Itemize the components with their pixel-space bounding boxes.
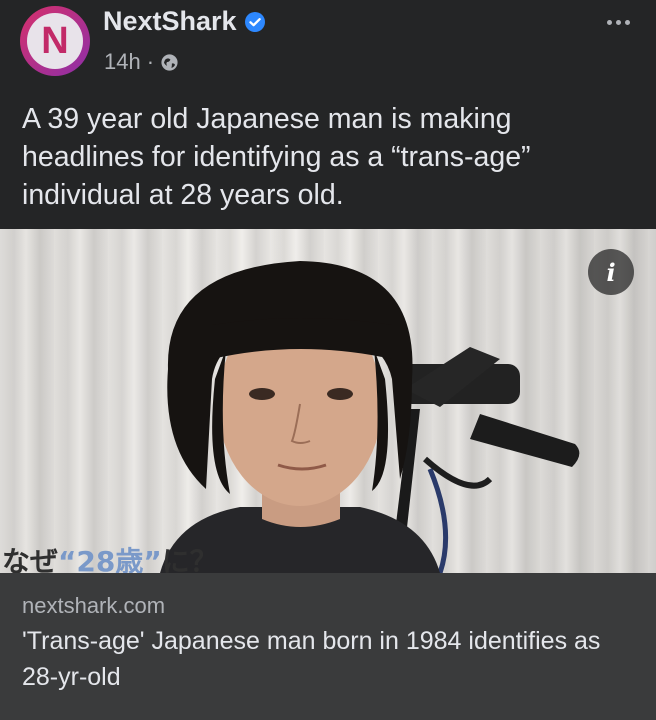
more-dot	[624, 19, 630, 25]
caption-prefix: なぜ	[2, 545, 59, 574]
more-dot	[606, 19, 612, 25]
info-icon[interactable]: i	[588, 249, 634, 295]
globe-icon[interactable]	[160, 53, 179, 72]
verified-badge-icon	[244, 11, 265, 32]
link-title[interactable]: 'Trans-age' Japanese man born in 1984 id…	[22, 623, 642, 695]
caption-highlight: “28歳”	[58, 545, 162, 574]
more-options-icon[interactable]	[598, 10, 638, 34]
post-timestamp[interactable]: 14h	[104, 49, 141, 75]
avatar-letter: N	[41, 20, 69, 62]
author-name[interactable]: NextShark	[103, 6, 237, 37]
more-dot	[615, 19, 621, 25]
link-preview-image[interactable]: i なぜ“28歳”に？	[0, 229, 656, 573]
page-avatar[interactable]: N	[20, 6, 90, 76]
meta-separator: ·	[146, 49, 155, 74]
post-header: N NextShark 14h ·	[0, 0, 656, 92]
caption-suffix: に？	[161, 545, 218, 574]
image-caption-overlay: なぜ“28歳”に？	[2, 545, 218, 574]
post-meta: 14h ·	[104, 49, 179, 75]
info-glyph: i	[606, 257, 616, 287]
person-photo	[160, 261, 440, 573]
post-message: A 39 year old Japanese man is making hea…	[22, 103, 531, 211]
link-domain: nextshark.com	[22, 593, 166, 618]
link-preview-card[interactable]: nextshark.com 'Trans-age' Japanese man b…	[0, 573, 656, 720]
author-row: NextShark	[103, 6, 265, 37]
avatar-logo: N	[27, 13, 83, 69]
